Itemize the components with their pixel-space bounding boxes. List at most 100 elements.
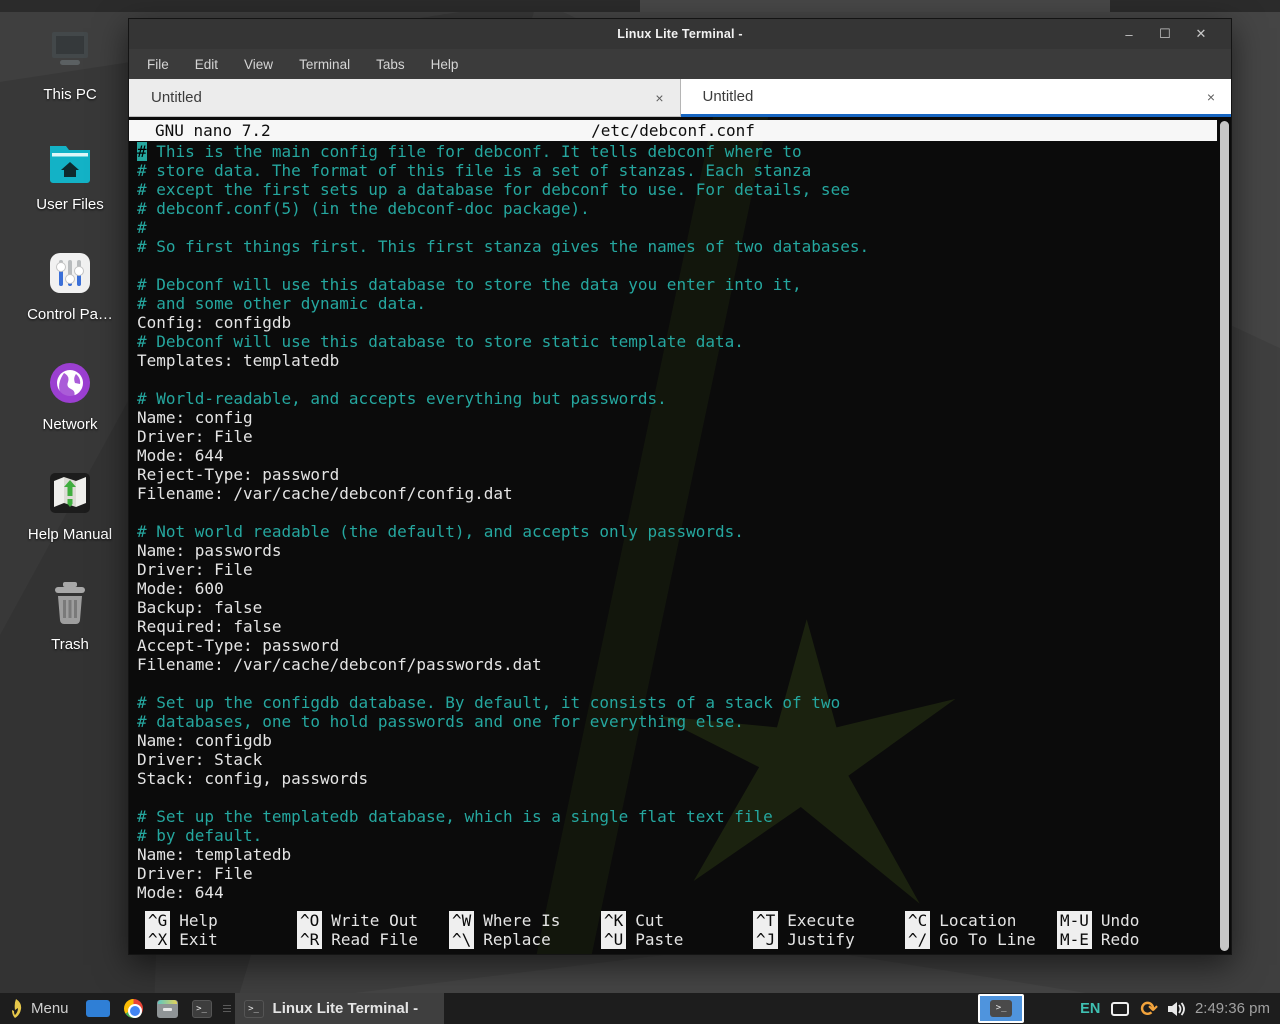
nano-shortcut-key: ^R (297, 930, 322, 949)
window-controls: – ☐ ✕ (1111, 19, 1219, 49)
menu-terminal[interactable]: Terminal (299, 57, 350, 72)
desktop-icon-control-panel[interactable]: Control Pa… (8, 246, 132, 323)
desktop-icon-label: User Files (8, 196, 132, 213)
nano-shortcut: ^\ Replace (449, 930, 601, 949)
taskbar-separator (223, 1000, 231, 1018)
tab-bar: Untitled × Untitled × (129, 79, 1231, 117)
start-menu-label: Menu (31, 1000, 69, 1017)
nano-shortcut-key: M-U (1057, 911, 1092, 930)
menu-file[interactable]: File (147, 57, 169, 72)
terminal-line (137, 674, 1217, 693)
nano-shortcut-label: Help (179, 911, 218, 930)
terminal-line: Templates: templatedb (137, 351, 1217, 370)
terminal-line: # So first things first. This first stan… (137, 237, 1217, 256)
window-titlebar[interactable]: Linux Lite Terminal - – ☐ ✕ (129, 19, 1231, 49)
update-notifier-icon[interactable]: ⟳ (1140, 999, 1158, 1019)
desktop-icon-network[interactable]: Network (8, 356, 132, 433)
terminal-scrollbar[interactable] (1220, 121, 1229, 951)
tray-terminal-button[interactable]: >_ (978, 994, 1024, 1023)
nano-shortcut-key: ^O (297, 911, 322, 930)
taskbar-left: Menu >_ >_ Linux Lite Terminal - (0, 993, 444, 1024)
terminal-line: # by default. (137, 826, 1217, 845)
control-panel-icon (43, 246, 97, 300)
terminal-line: Filename: /var/cache/debconf/config.dat (137, 484, 1217, 503)
minimize-button[interactable]: – (1111, 27, 1147, 42)
desktop-icon-trash[interactable]: Trash (8, 576, 132, 653)
nano-shortcut-row: ^GHelp^OWrite Out^WWhere Is^KCut^TExecut… (145, 911, 1217, 930)
nano-cursor: # (137, 142, 147, 161)
nano-shortcut-label: Location (939, 911, 1016, 930)
file-manager-icon[interactable] (157, 1000, 178, 1018)
tab-untitled-2[interactable]: Untitled × (681, 79, 1232, 117)
terminal-line: # Not world readable (the default), and … (137, 522, 1217, 541)
terminal-line: Filename: /var/cache/debconf/passwords.d… (137, 655, 1217, 674)
nano-shortcut: ^GHelp (145, 911, 297, 930)
trash-icon (43, 576, 97, 630)
nano-shortcut-label: Execute (787, 911, 854, 930)
terminal-line: # store data. The format of this file is… (137, 161, 1217, 180)
nano-shortcut: ^UPaste (601, 930, 753, 949)
computer-icon (43, 26, 97, 80)
language-indicator[interactable]: EN (1080, 1001, 1100, 1017)
menu-view[interactable]: View (244, 57, 273, 72)
help-manual-icon (43, 466, 97, 520)
nano-shortcut: ^WWhere Is (449, 911, 601, 930)
taskbar-window-button[interactable]: >_ Linux Lite Terminal - (235, 993, 445, 1024)
nano-shortcut-key: ^K (601, 911, 626, 930)
terminal-line: Driver: Stack (137, 750, 1217, 769)
maximize-button[interactable]: ☐ (1147, 26, 1183, 42)
terminal-line (137, 788, 1217, 807)
menu-tabs[interactable]: Tabs (376, 57, 405, 72)
nano-shortcut: ^/Go To Line (905, 930, 1057, 949)
display-tray-icon[interactable] (1111, 1002, 1129, 1016)
terminal-line: # Set up the configdb database. By defau… (137, 693, 1217, 712)
terminal-line (137, 370, 1217, 389)
nano-shortcut-key: ^T (753, 911, 778, 930)
nano-shortcut: ^R Read File (297, 930, 449, 949)
desktop-icon-label: Control Pa… (8, 306, 132, 323)
nano-shortcut-key: ^U (601, 930, 626, 949)
nano-shortcut-label: Write Out (331, 911, 418, 930)
terminal-line: Name: passwords (137, 541, 1217, 560)
nano-shortcut-label: Replace (483, 930, 550, 949)
desktop-icon-label: Trash (8, 636, 132, 653)
tab-close-icon[interactable]: × (655, 90, 663, 106)
nano-shortcut: ^XExit (145, 930, 297, 949)
nano-content: # This is the main config file for debco… (129, 141, 1231, 954)
terminal-line: Name: config (137, 408, 1217, 427)
chrome-icon[interactable] (124, 999, 143, 1018)
desktop-icon-help-manual[interactable]: Help Manual (8, 466, 132, 543)
nano-shortcut-key: ^C (905, 911, 930, 930)
terminal-icon: >_ (244, 1000, 264, 1018)
start-menu-button[interactable]: Menu (0, 993, 79, 1024)
desktop-icon-user-files[interactable]: User Files (8, 136, 132, 213)
desktop-icon-this-pc[interactable]: This PC (8, 26, 132, 103)
terminal-viewport[interactable]: /etc/debconf.conf GNU nano 7.2 # This is… (129, 117, 1231, 954)
terminal-line: # World-readable, and accepts everything… (137, 389, 1217, 408)
folder-home-icon (43, 136, 97, 190)
terminal-line: Driver: File (137, 560, 1217, 579)
menu-help[interactable]: Help (431, 57, 459, 72)
nano-shortcut-label: Exit (179, 930, 218, 949)
nano-shortcut: M-ERedo (1057, 930, 1139, 949)
terminal-launcher-icon[interactable]: >_ (192, 1000, 212, 1018)
terminal-line: # Set up the templatedb database, which … (137, 807, 1217, 826)
tab-untitled-1[interactable]: Untitled × (129, 79, 681, 117)
terminal-line: Stack: config, passwords (137, 769, 1217, 788)
menu-edit[interactable]: Edit (195, 57, 218, 72)
close-button[interactable]: ✕ (1183, 26, 1219, 42)
nano-shortcut-label: Read File (331, 930, 418, 949)
nano-shortcut: ^O Write Out (297, 911, 449, 930)
terminal-line (137, 503, 1217, 522)
terminal-icon: >_ (990, 1000, 1012, 1017)
clock[interactable]: 2:49:36 pm (1195, 1000, 1270, 1017)
volume-icon[interactable] (1167, 1001, 1185, 1017)
taskbar-window-label: Linux Lite Terminal - (273, 1000, 419, 1017)
terminal-line: # Debconf will use this database to stor… (137, 275, 1217, 294)
terminal-line: Config: configdb (137, 313, 1217, 332)
terminal-line: # databases, one to hold passwords and o… (137, 712, 1217, 731)
nano-shortcut-key: ^\ (449, 930, 474, 949)
linux-lite-logo-icon (8, 998, 23, 1019)
show-desktop-icon[interactable] (86, 1000, 110, 1017)
tab-close-icon[interactable]: × (1207, 89, 1215, 105)
